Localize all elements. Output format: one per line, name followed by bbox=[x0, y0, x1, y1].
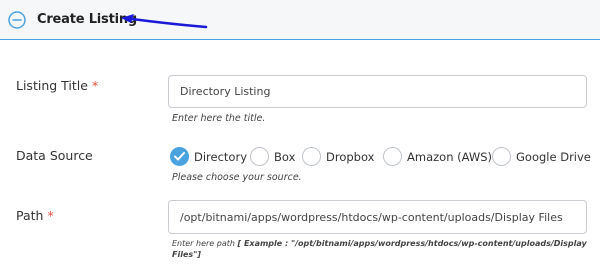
listing-title-label-text: Listing Title bbox=[16, 78, 88, 93]
radio-unchecked-icon[interactable] bbox=[492, 147, 511, 166]
listing-title-help: Enter here the title. bbox=[172, 113, 266, 124]
radio-unchecked-icon[interactable] bbox=[250, 147, 269, 166]
data-source-label: Data Source bbox=[16, 148, 93, 163]
radio-option-directory[interactable]: Directory bbox=[170, 147, 247, 167]
radio-unchecked-icon[interactable] bbox=[383, 147, 402, 166]
path-label-text: Path bbox=[16, 208, 44, 223]
radio-unchecked-icon[interactable] bbox=[302, 147, 321, 166]
required-mark: * bbox=[91, 78, 99, 93]
path-help: Enter here path [ Example : "/opt/bitnam… bbox=[172, 238, 592, 260]
radio-label-dropbox: Dropbox bbox=[326, 150, 375, 164]
radio-label-directory: Directory bbox=[194, 150, 248, 164]
data-source-help: Please choose your source. bbox=[172, 172, 302, 183]
radio-checked-icon[interactable] bbox=[170, 147, 189, 166]
section-header[interactable]: Create Listing bbox=[0, 0, 600, 40]
annotation-arrow-icon bbox=[121, 14, 208, 29]
listing-title-label: Listing Title * bbox=[16, 78, 98, 93]
listing-title-input[interactable] bbox=[168, 75, 587, 108]
required-mark: * bbox=[47, 208, 54, 223]
radio-option-google-drive[interactable]: Google Drive bbox=[492, 147, 591, 167]
radio-option-box[interactable]: Box bbox=[250, 147, 300, 167]
path-input[interactable] bbox=[168, 200, 587, 234]
data-source-radio-group: Directory Box Dropbox Amazon (AWS) Googl… bbox=[170, 147, 591, 167]
radio-label-google-drive: Google Drive bbox=[516, 150, 591, 164]
radio-option-dropbox[interactable]: Dropbox bbox=[302, 147, 374, 167]
path-label: Path * bbox=[16, 208, 54, 223]
radio-option-amazon-aws[interactable]: Amazon (AWS) bbox=[383, 147, 493, 167]
radio-label-box: Box bbox=[274, 150, 296, 164]
radio-label-amazon-aws: Amazon (AWS) bbox=[407, 150, 493, 164]
path-help-prefix: Enter here path bbox=[172, 239, 238, 248]
minus-circle-icon[interactable] bbox=[8, 11, 26, 29]
